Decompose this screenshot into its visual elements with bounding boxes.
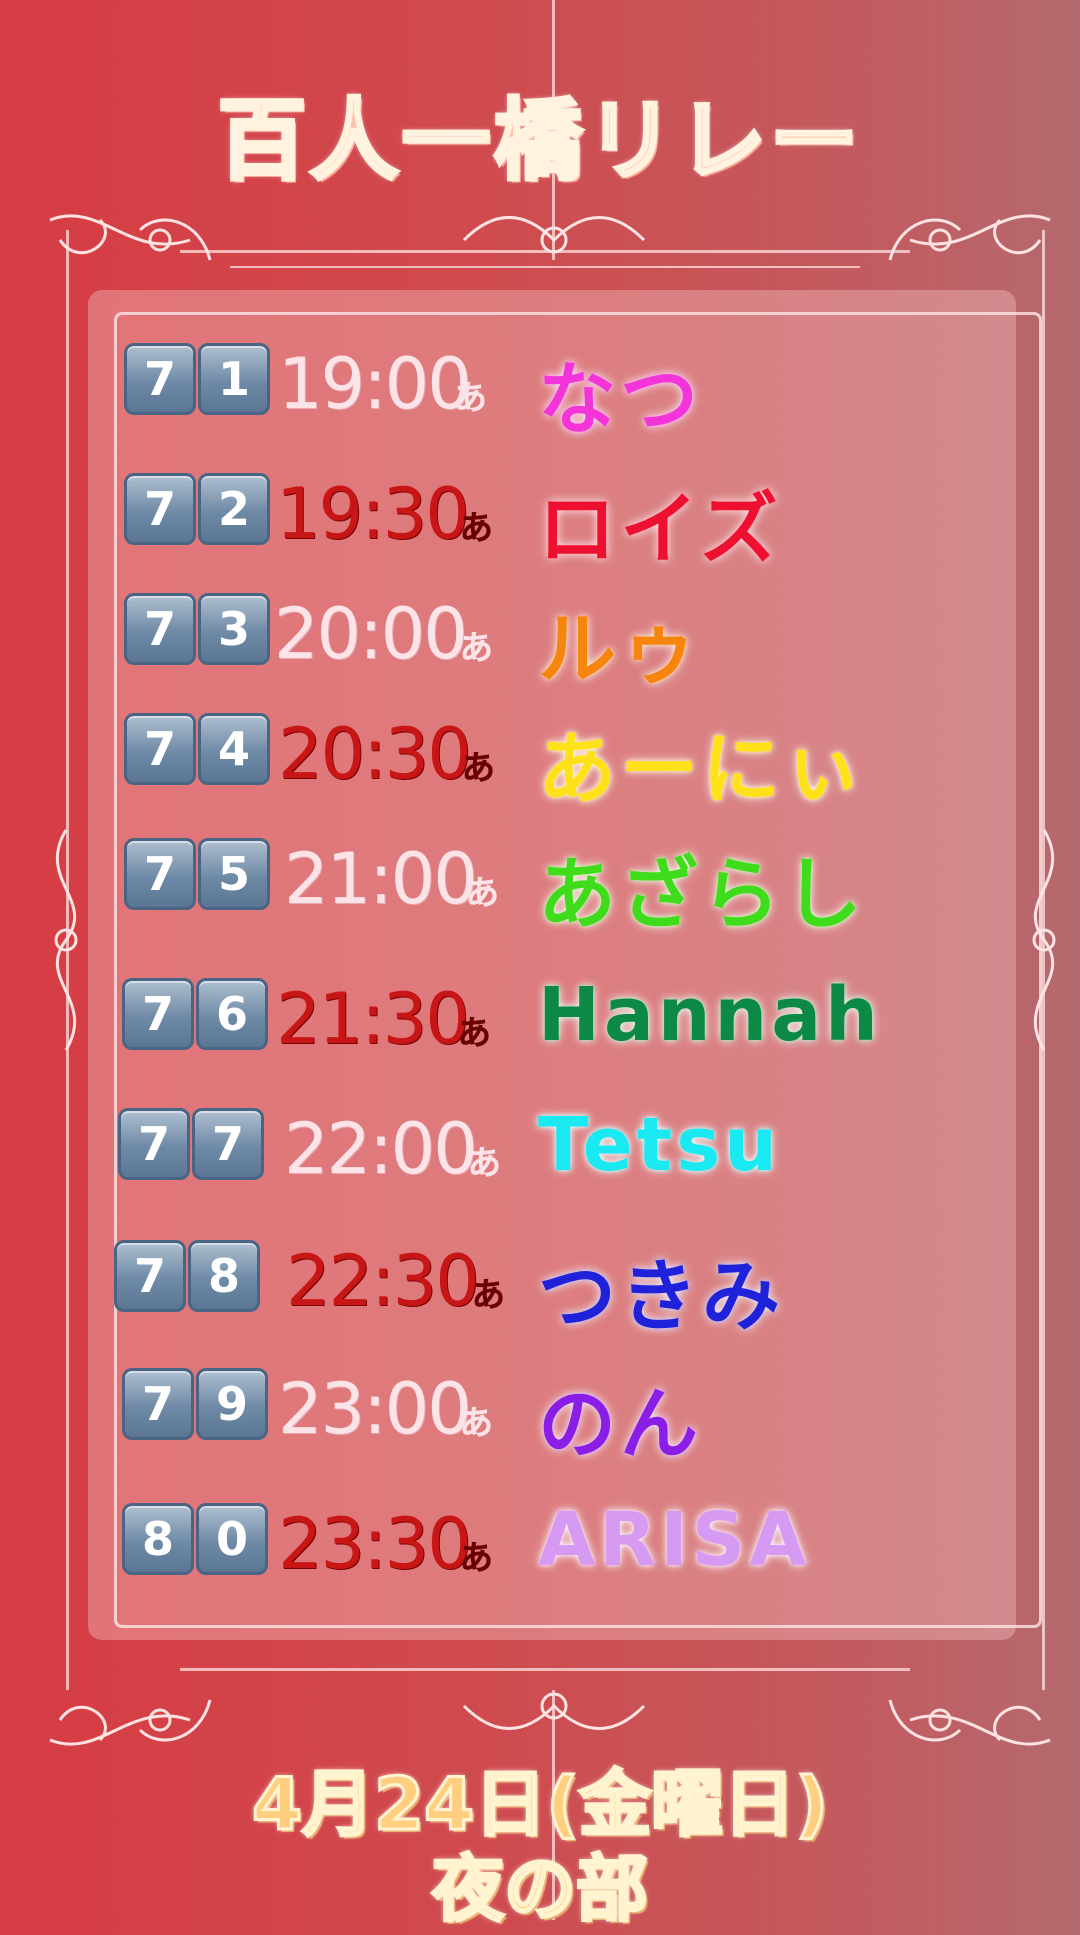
number-keycap: 7 (118, 1108, 190, 1180)
performer-name: のん (538, 1380, 703, 1470)
schedule-row: 7 6 21:30 ぁ Hannah (118, 970, 1018, 1070)
time-suffix: ぁ (458, 743, 498, 789)
side-ornament-left (54, 829, 78, 1051)
bottom-center-ornament (462, 1692, 646, 1730)
number-keycap: 7 (124, 343, 196, 415)
number-keycap: 7 (124, 713, 196, 785)
time-label: 21:30 (276, 978, 470, 1060)
time-suffix: ぁ (456, 623, 496, 669)
number-keycap: 9 (196, 1368, 268, 1440)
schedule-row: 7 9 23:00 ぁ のん (118, 1360, 1018, 1470)
performer-name: つきみ (538, 1252, 785, 1342)
number-keycap: 7 (122, 1368, 194, 1440)
time-label: 20:30 (278, 713, 472, 795)
time-suffix: ぁ (454, 1008, 494, 1054)
number-keycap: 4 (198, 713, 270, 785)
frame-bottom-line (180, 1668, 910, 1671)
schedule-row: 8 0 23:30 ぁ ARISA (118, 1495, 1018, 1595)
time-label: 21:00 (284, 838, 478, 920)
time-suffix: ぁ (468, 1270, 508, 1316)
number-keycap: 2 (198, 473, 270, 545)
number-keycap: 6 (196, 978, 268, 1050)
time-suffix: ぁ (456, 1533, 496, 1579)
page-title: 百人一橋リレー (216, 87, 862, 194)
number-keycap: 1 (198, 343, 270, 415)
number-keycap: 8 (122, 1503, 194, 1575)
time-suffix: ぁ (450, 373, 490, 419)
performer-name: Tetsu (538, 1102, 781, 1188)
schedule-row: 7 2 19:30 ぁ ロイズ (118, 465, 1018, 575)
time-suffix: ぁ (464, 1138, 504, 1184)
number-keycap: 3 (198, 593, 270, 665)
number-keycap: 5 (198, 838, 270, 910)
schedule-row: 7 1 19:00 ぁ なつ (118, 335, 1018, 445)
performer-name: ロイズ (538, 485, 782, 575)
corner-ornament-bottom-right (888, 1699, 1051, 1746)
performer-name: あーにぃ (538, 725, 867, 815)
session-label: 夜の部 (430, 1846, 649, 1933)
time-label: 22:00 (284, 1108, 478, 1190)
number-keycap: 7 (124, 593, 196, 665)
schedule-row: 7 3 20:00 ぁ ルゥ (118, 585, 1018, 695)
time-label: 20:00 (274, 593, 468, 675)
time-label: 19:00 (278, 343, 472, 425)
performer-name: Hannah (538, 972, 882, 1058)
time-suffix: ぁ (462, 868, 502, 914)
performer-name: なつ (538, 355, 703, 445)
number-keycap: 7 (124, 838, 196, 910)
time-label: 23:00 (278, 1368, 472, 1450)
number-keycap: 8 (188, 1240, 260, 1312)
number-keycap: 7 (122, 978, 194, 1050)
number-keycap: 7 (124, 473, 196, 545)
corner-ornament-bottom-left (49, 1699, 212, 1746)
performer-name: ルゥ (538, 605, 703, 695)
top-center-ornament (462, 216, 646, 254)
schedule-row: 7 4 20:30 ぁ あーにぃ (118, 705, 1018, 815)
schedule-row: 7 5 21:00 ぁ あざらし (118, 830, 1018, 940)
schedule-row: 7 7 22:00 ぁ Tetsu (118, 1100, 1018, 1200)
performer-name: あざらし (538, 850, 867, 940)
time-label: 23:30 (278, 1503, 472, 1585)
time-suffix: ぁ (456, 1398, 496, 1444)
time-label: 19:30 (276, 473, 470, 555)
performer-name: ARISA (538, 1497, 811, 1583)
number-keycap: 7 (192, 1108, 264, 1180)
number-keycap: 7 (114, 1240, 186, 1312)
time-label: 22:30 (286, 1240, 480, 1322)
number-keycap: 0 (196, 1503, 268, 1575)
time-suffix: ぁ (456, 503, 496, 549)
schedule-row: 7 8 22:30 ぁ つきみ (114, 1232, 1018, 1342)
